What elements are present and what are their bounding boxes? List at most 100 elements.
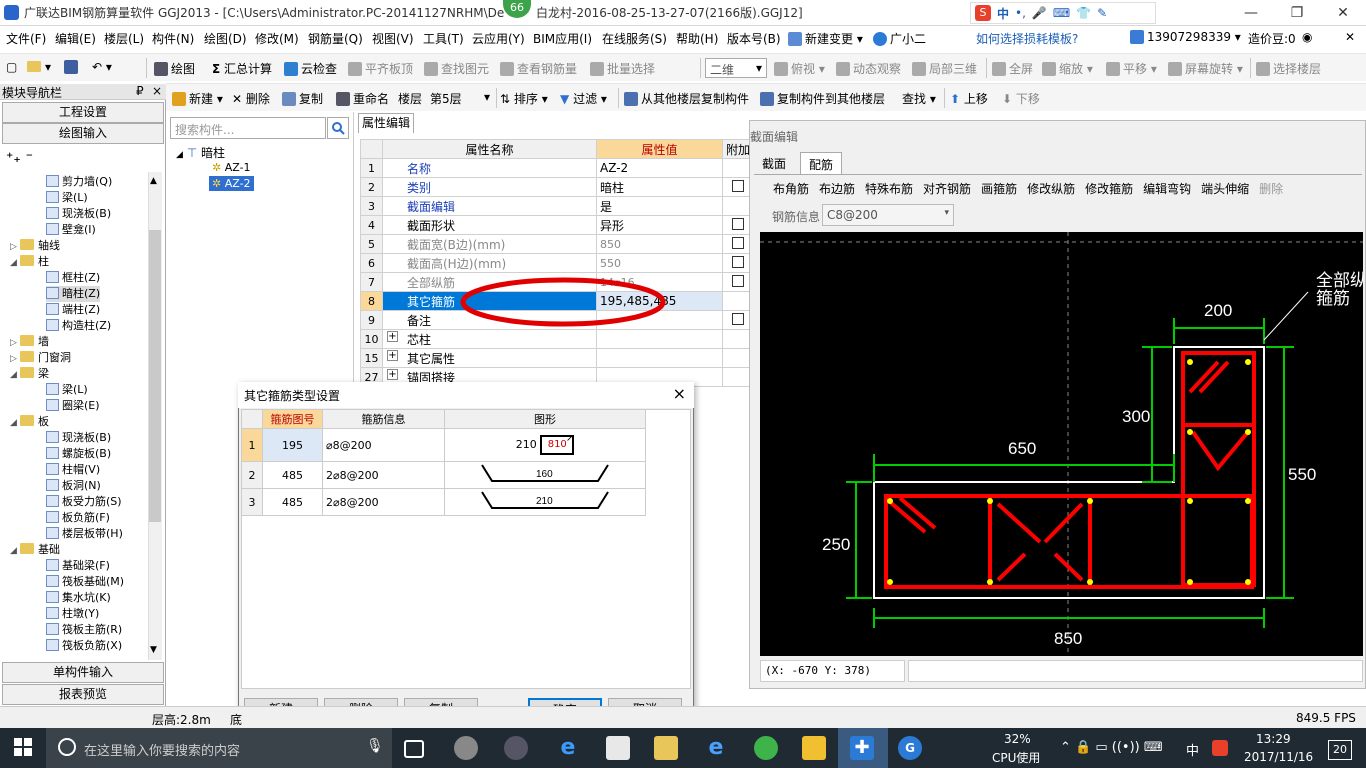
expand-icon[interactable]: ◢ xyxy=(10,367,20,383)
section-tool-button[interactable]: 修改箍筋 xyxy=(1085,182,1133,196)
prop-value[interactable]: 850 xyxy=(596,234,723,254)
property-row[interactable]: 15 + 其它属性 xyxy=(360,348,755,368)
expand-plus-icon[interactable]: + xyxy=(387,368,398,380)
cloud-check[interactable]: 云检查 xyxy=(284,60,337,77)
menu-cloud[interactable]: 云应用(Y) xyxy=(472,30,525,47)
prop-value[interactable]: 暗柱 xyxy=(596,177,723,197)
glodon-app-icon[interactable]: ✚ xyxy=(850,736,874,760)
table-row[interactable]: 2 485 2⌀8@200 160 xyxy=(241,461,646,489)
sogou-tray-icon[interactable] xyxy=(1212,740,1228,756)
nav-tree-item[interactable]: 壁龛(I) xyxy=(46,222,96,238)
open-folder-icon[interactable]: ▾ xyxy=(27,60,51,74)
nav-tree-item[interactable]: 板洞(N) xyxy=(46,478,101,494)
summary-calc[interactable]: Σ 汇总计算 xyxy=(212,60,272,77)
nav-tree-item[interactable]: 柱墩(Y) xyxy=(46,606,99,622)
copy-component-button[interactable]: 复制 xyxy=(282,90,323,107)
report-preview-button[interactable]: 报表预览 xyxy=(2,684,164,705)
tree-root[interactable]: ◢ ⊤ 暗柱 xyxy=(176,144,225,161)
nav-close-icon[interactable]: × xyxy=(152,84,162,98)
filter-button[interactable]: ▼ 过滤 ▾ xyxy=(560,90,607,107)
delete-component-button[interactable]: ✕ 删除 xyxy=(232,90,270,107)
expand-icon[interactable]: ▷ xyxy=(10,335,20,351)
pan[interactable]: 平移 ▾ xyxy=(1106,60,1157,77)
file-explorer-icon[interactable] xyxy=(654,736,678,760)
edge-icon[interactable]: e xyxy=(556,736,580,760)
nav-tree-item[interactable]: 剪力墙(Q) xyxy=(46,174,112,190)
update-badge[interactable]: 66 xyxy=(503,0,531,18)
stirrup-info[interactable]: ⌀8@200 xyxy=(322,428,445,462)
prop-value[interactable]: 550 xyxy=(596,253,723,273)
save-icon[interactable] xyxy=(64,60,81,74)
align-slab-top[interactable]: 平齐板顶 xyxy=(348,60,413,77)
batch-select[interactable]: 批量选择 xyxy=(590,60,655,77)
nav-tree-item[interactable]: ▷ 门窗洞 xyxy=(10,350,71,366)
store-icon[interactable] xyxy=(606,736,630,760)
draw-tool[interactable]: 绘图 xyxy=(154,60,195,77)
stirrup-info[interactable]: 2⌀8@200 xyxy=(322,461,445,489)
new-component-button[interactable]: 新建 ▾ xyxy=(172,90,223,107)
help-link[interactable]: 如何选择损耗模板? xyxy=(976,30,1078,47)
fan-app-icon[interactable] xyxy=(454,736,478,760)
property-row[interactable]: 4 截面形状 异形 xyxy=(360,215,755,235)
menu-tools[interactable]: 工具(T) xyxy=(423,30,464,47)
tray-icons[interactable]: ⌃ 🔒 ▭ ((•)) ⌨ xyxy=(1060,740,1163,755)
nav-tree-item[interactable]: 楼层板带(H) xyxy=(46,526,123,542)
copy-from-floor-button[interactable]: 从其他楼层复制构件 xyxy=(624,90,749,107)
section-tool-button[interactable]: 删除 xyxy=(1259,182,1283,196)
component-item[interactable]: ✲ AZ-1 xyxy=(212,161,251,174)
property-row[interactable]: 1 名称 AZ-2 xyxy=(360,158,755,178)
new-file-icon[interactable]: ▢ xyxy=(6,60,17,74)
menu-close-icon[interactable]: ✕ xyxy=(1345,30,1355,44)
mic-icon[interactable]: 🎙 xyxy=(366,738,384,754)
menu-edit[interactable]: 编辑(E) xyxy=(55,30,96,47)
menu-bim[interactable]: BIM应用(I) xyxy=(533,30,592,47)
expand-icon[interactable]: ▷ xyxy=(10,239,20,255)
move-down-button[interactable]: ⬇ 下移 xyxy=(1002,90,1040,107)
nav-tree-item[interactable]: 框柱(Z) xyxy=(46,270,100,286)
ime-toolbar[interactable]: S 中 •, 🎤 ⌨ 👕 ✎ xyxy=(970,2,1156,24)
extra-checkbox[interactable] xyxy=(732,217,744,230)
property-row[interactable]: 10 + 芯柱 xyxy=(360,329,755,349)
scroll-up-icon[interactable]: ▲ xyxy=(150,176,157,186)
nav-tree-item[interactable]: 构造柱(Z) xyxy=(46,318,111,334)
nav-tree-item[interactable]: 端柱(Z) xyxy=(46,302,100,318)
expand-plus-icon[interactable]: + xyxy=(387,349,398,361)
property-row[interactable]: 3 截面编辑 是 xyxy=(360,196,755,216)
notes-icon[interactable] xyxy=(802,736,826,760)
360-browser-icon[interactable] xyxy=(754,736,778,760)
table-row[interactable]: 3 485 2⌀8@200 210 xyxy=(241,488,646,516)
top-view[interactable]: 俯视 ▾ xyxy=(774,60,825,77)
expand-plus-icon[interactable]: + xyxy=(387,330,398,342)
nav-tree-item[interactable]: 梁(L) xyxy=(46,190,88,206)
section-tool-button[interactable]: 修改纵筋 xyxy=(1027,182,1075,196)
find-button[interactable]: 查找 ▾ xyxy=(902,90,936,107)
section-canvas[interactable]: 200 300 650 550 250 850 全部纵 箍筋 xyxy=(760,232,1366,656)
nav-tree-item[interactable]: 暗柱(Z) xyxy=(46,286,101,302)
nav-tree-item[interactable]: ▷ 轴线 xyxy=(10,238,60,254)
ie-icon[interactable]: e xyxy=(704,736,728,760)
prop-value[interactable] xyxy=(596,329,723,349)
single-component-button[interactable]: 单构件输入 xyxy=(2,662,164,683)
extra-checkbox[interactable] xyxy=(732,236,744,249)
taskbar-search-input[interactable]: 在这里输入你要搜索的内容 xyxy=(46,728,392,768)
nav-tree-item[interactable]: 筏板主筋(R) xyxy=(46,622,122,638)
nav-tree-item[interactable]: 基础梁(F) xyxy=(46,558,110,574)
ime-indicator[interactable]: 中 xyxy=(1186,740,1199,759)
property-row[interactable]: 5 截面宽(B边)(mm) 850 xyxy=(360,234,755,254)
menu-new-change[interactable]: 新建变更 ▾ xyxy=(788,30,863,47)
nav-tree-item[interactable]: 筏板负筋(X) xyxy=(46,638,122,654)
menu-floor[interactable]: 楼层(L) xyxy=(104,30,144,47)
menu-modify[interactable]: 修改(M) xyxy=(255,30,299,47)
nav-tree-item[interactable]: ◢ 板 xyxy=(10,414,49,430)
extra-checkbox[interactable] xyxy=(732,255,744,268)
task-view-icon[interactable] xyxy=(404,740,424,758)
sort-button[interactable]: ⇅ 排序 ▾ xyxy=(500,90,548,107)
search-icon[interactable] xyxy=(327,117,349,139)
nav-tree-item[interactable]: 现浇板(B) xyxy=(46,430,111,446)
stirrup-code[interactable]: 485 xyxy=(262,488,323,516)
select-floor[interactable]: 选择楼层 xyxy=(1256,60,1321,77)
move-up-button[interactable]: ⬆ 上移 xyxy=(950,90,988,107)
nav-tree-item[interactable]: 梁(L) xyxy=(46,382,88,398)
nav-tree-item[interactable]: ◢ 基础 xyxy=(10,542,60,558)
scroll-down-icon[interactable]: ▼ xyxy=(150,645,157,655)
